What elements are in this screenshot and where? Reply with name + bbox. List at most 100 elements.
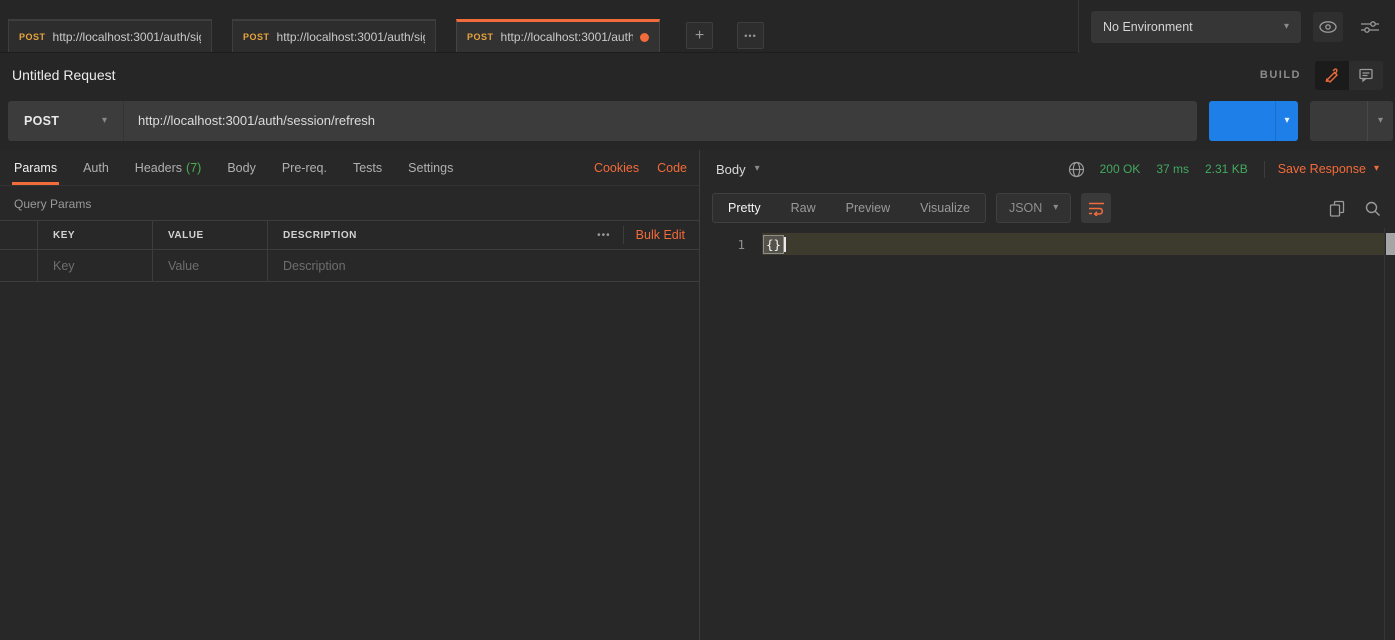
- params-row-handle: [0, 250, 37, 281]
- search-response-button[interactable]: [1361, 197, 1383, 219]
- headers-count-badge: (7): [186, 161, 201, 175]
- bulk-edit-link[interactable]: Bulk Edit: [636, 228, 685, 242]
- response-time[interactable]: 37 ms: [1156, 162, 1189, 176]
- save-options-button[interactable]: ▾: [1367, 101, 1393, 141]
- send-button[interactable]: Send: [1209, 101, 1275, 141]
- key-column-header: KEY: [37, 221, 152, 249]
- search-icon: [1364, 200, 1381, 217]
- scrollbar-thumb[interactable]: [1386, 233, 1395, 255]
- view-pretty[interactable]: Pretty: [713, 194, 776, 222]
- environment-selector[interactable]: No Environment ▾: [1091, 11, 1301, 43]
- params-table-actions: ••• Bulk Edit: [587, 221, 699, 249]
- request-tab-3-active[interactable]: POST http://localhost:3001/auth/ses...: [456, 19, 660, 52]
- request-method-tag: POST: [467, 32, 494, 42]
- chevron-down-icon: ▾: [1284, 22, 1289, 32]
- code-line-1: 1 {}: [700, 233, 1395, 255]
- tab-headers[interactable]: Headers (7): [133, 150, 204, 185]
- param-value-input[interactable]: [168, 259, 267, 273]
- save-button[interactable]: Save: [1310, 101, 1367, 141]
- request-tab-url: http://localhost:3001/auth/sig...: [53, 30, 201, 44]
- divider: [623, 226, 624, 244]
- save-response-button[interactable]: Save Response ▾: [1278, 162, 1379, 176]
- mode-toggle-group: [1315, 61, 1383, 90]
- tab-auth[interactable]: Auth: [81, 150, 111, 185]
- chevron-down-icon: ▾: [1284, 116, 1289, 126]
- url-builder: POST ▾: [8, 101, 1197, 141]
- view-visualize[interactable]: Visualize: [905, 194, 985, 222]
- response-panel: Body ▾ 200 OK 37 ms 2.31 KB Save Respons…: [700, 150, 1395, 640]
- request-tab-2[interactable]: POST http://localhost:3001/auth/sig...: [232, 19, 436, 52]
- chevron-down-icon: ▾: [755, 164, 760, 174]
- network-globe-icon: [1068, 161, 1085, 178]
- response-meta-bar: Body ▾ 200 OK 37 ms 2.31 KB Save Respons…: [700, 150, 1395, 188]
- code-link[interactable]: Code: [657, 161, 687, 175]
- response-body-editor[interactable]: 1 {}: [700, 228, 1395, 640]
- tab-body[interactable]: Body: [225, 150, 258, 185]
- url-builder-row: POST ▾ Send ▾ Save ▾: [0, 97, 1395, 150]
- request-sub-tabs: Params Auth Headers (7) Body Pre-req. Te…: [0, 150, 699, 186]
- column-options-icon[interactable]: •••: [597, 230, 611, 241]
- pencil-icon: [1324, 67, 1340, 83]
- param-description-input[interactable]: [283, 259, 699, 273]
- copy-icon: [1329, 200, 1345, 217]
- params-table-header: KEY VALUE DESCRIPTION ••• Bulk Edit: [0, 221, 699, 250]
- chevron-down-icon: ▾: [1378, 116, 1383, 126]
- params-handle-column: [0, 221, 37, 249]
- tab-options-button[interactable]: •••: [737, 22, 764, 49]
- environment-quick-look-button[interactable]: [1313, 12, 1343, 42]
- description-column-header: DESCRIPTION: [267, 221, 587, 249]
- request-panel: Params Auth Headers (7) Body Pre-req. Te…: [0, 150, 700, 640]
- request-tab-url: http://localhost:3001/auth/sig...: [277, 30, 425, 44]
- response-stats: 200 OK 37 ms 2.31 KB Save Response ▾: [1068, 161, 1379, 178]
- method-selected-label: POST: [24, 114, 59, 128]
- tab-params[interactable]: Params: [12, 150, 59, 185]
- send-split-button: Send ▾: [1209, 101, 1298, 141]
- format-selected-label: JSON: [1009, 201, 1042, 215]
- status-badge[interactable]: 200 OK: [1100, 162, 1141, 176]
- response-toolbar: Pretty Raw Preview Visualize JSON ▾: [700, 188, 1395, 228]
- eye-icon: [1318, 19, 1338, 35]
- request-header: Untitled Request BUILD: [0, 53, 1395, 97]
- request-tab-1[interactable]: POST http://localhost:3001/auth/sig...: [8, 19, 212, 52]
- build-mode-label: BUILD: [1260, 69, 1301, 81]
- divider: [1264, 161, 1265, 178]
- tab-bar: POST http://localhost:3001/auth/sig... P…: [0, 0, 1395, 53]
- environment-area: No Environment ▾: [1078, 0, 1395, 53]
- tab-settings[interactable]: Settings: [406, 150, 455, 185]
- view-raw[interactable]: Raw: [776, 194, 831, 222]
- edit-mode-button[interactable]: [1315, 61, 1349, 90]
- query-params-title: Query Params: [0, 186, 699, 220]
- request-url-input[interactable]: [124, 101, 1197, 141]
- unsaved-changes-dot: [640, 33, 649, 42]
- json-brackets: {}: [764, 236, 783, 253]
- request-title[interactable]: Untitled Request: [12, 67, 116, 83]
- wrap-lines-button[interactable]: [1081, 193, 1111, 223]
- text-cursor: [784, 237, 786, 252]
- editor-scrollbar[interactable]: [1384, 228, 1395, 640]
- view-preview[interactable]: Preview: [831, 194, 905, 222]
- response-body-selector[interactable]: Body ▾: [716, 162, 760, 177]
- environment-selected-label: No Environment: [1103, 20, 1193, 34]
- comments-button[interactable]: [1349, 61, 1383, 90]
- copy-response-button[interactable]: [1326, 197, 1348, 219]
- value-column-header: VALUE: [152, 221, 267, 249]
- tab-pre-request[interactable]: Pre-req.: [280, 150, 329, 185]
- cookies-link[interactable]: Cookies: [594, 161, 639, 175]
- comment-icon: [1358, 67, 1374, 83]
- tab-tests[interactable]: Tests: [351, 150, 384, 185]
- environment-settings-button[interactable]: [1355, 12, 1385, 42]
- response-size[interactable]: 2.31 KB: [1205, 162, 1248, 176]
- save-split-button: Save ▾: [1310, 101, 1393, 141]
- response-format-selector[interactable]: JSON ▾: [996, 193, 1071, 223]
- tab-headers-label: Headers: [135, 161, 182, 175]
- current-line-highlight[interactable]: {}: [762, 233, 1384, 255]
- param-key-input[interactable]: [53, 259, 152, 273]
- method-selector[interactable]: POST ▾: [8, 101, 124, 141]
- new-tab-button[interactable]: +: [686, 22, 713, 49]
- request-header-actions: BUILD: [1260, 61, 1383, 90]
- sliders-icon: [1360, 19, 1380, 35]
- chevron-down-icon: ▾: [1374, 164, 1379, 174]
- text-wrap-icon: [1088, 201, 1105, 216]
- request-method-tag: POST: [243, 32, 270, 42]
- send-options-button[interactable]: ▾: [1275, 101, 1298, 141]
